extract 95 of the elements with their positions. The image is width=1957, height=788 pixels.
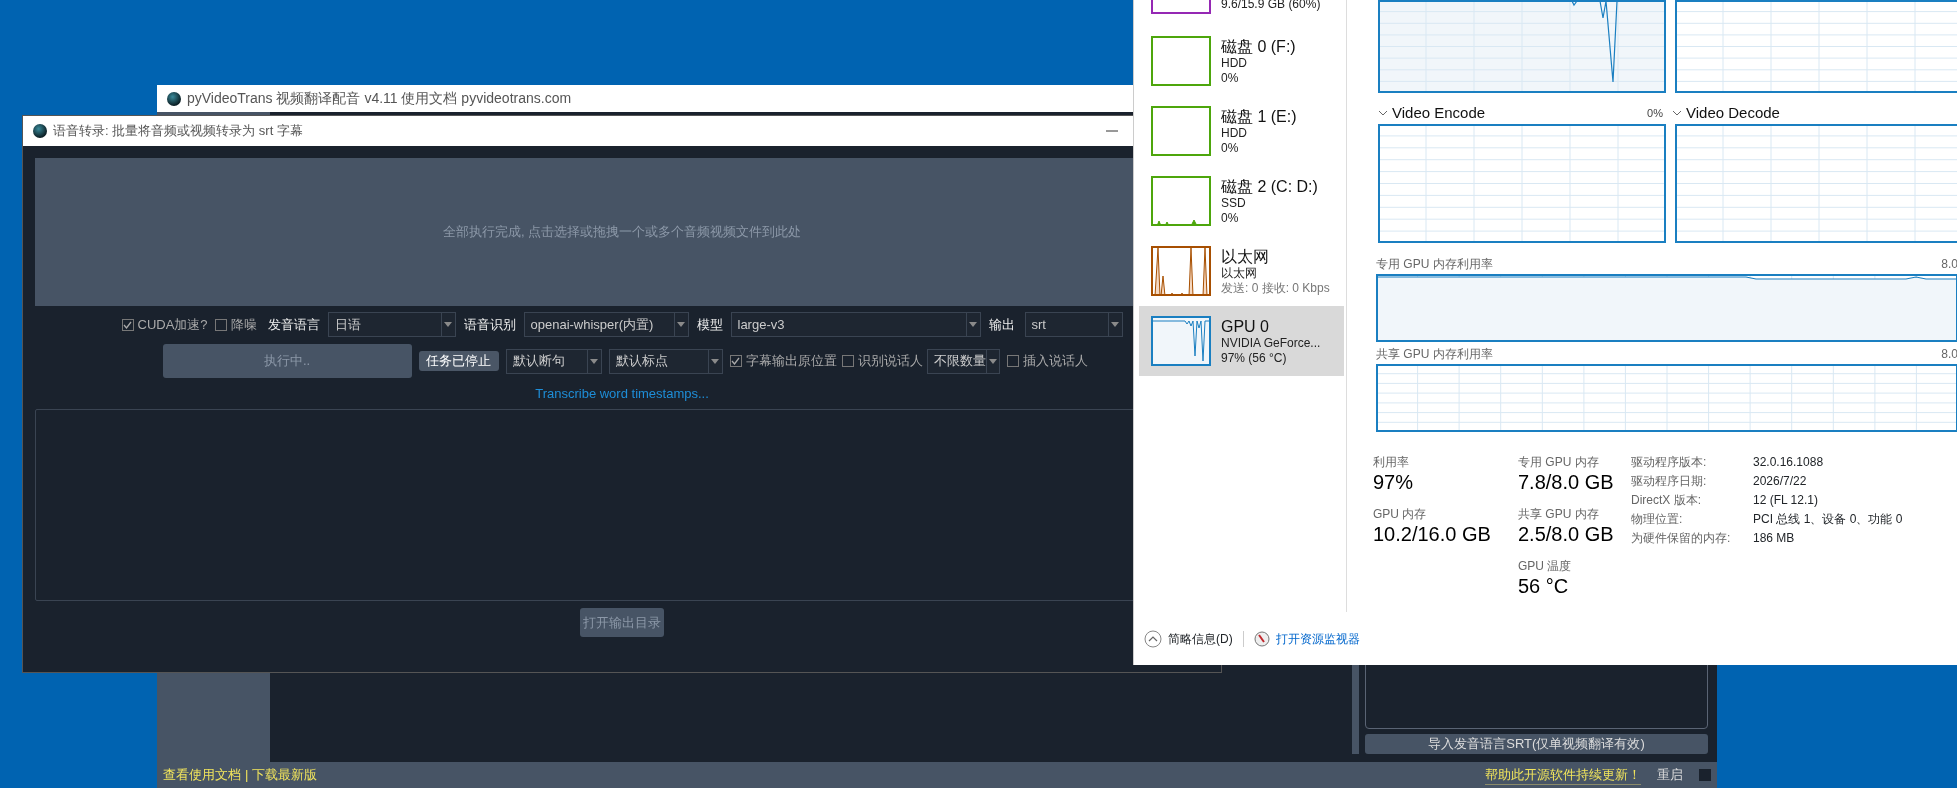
field-label: 发音语言 [267, 315, 320, 334]
stat-label: 利用率 [1373, 454, 1410, 470]
dropdown[interactable]: 日语 [327, 312, 456, 337]
graph-title: 共享 GPU 内存利用率 [1376, 346, 1493, 363]
device-item[interactable]: 磁盘 0 (F:) HDD 0% [1139, 26, 1344, 96]
device-type: HDD [1221, 55, 1248, 71]
device-reading: 0% [1221, 210, 1240, 226]
graph-reading: 8.0 [1941, 346, 1957, 363]
chevron-down-icon [1672, 110, 1682, 116]
property-label: 驱动程序版本: [1631, 454, 1708, 470]
device-reading: 97% (56 °C) [1221, 350, 1288, 366]
caret-icon [969, 322, 977, 327]
stat-label: 共享 GPU 内存 [1518, 506, 1600, 522]
dropdown[interactable]: openai-whisper(内置) [523, 312, 689, 337]
stat-value: 10.2/16.0 GB [1373, 522, 1492, 546]
gauge-icon [1253, 630, 1270, 647]
caret-icon [444, 322, 452, 327]
stat-label: GPU 温度 [1518, 558, 1573, 574]
stat-label: GPU 内存 [1373, 506, 1428, 522]
status-link[interactable]: 查看使用文档 [163, 765, 241, 785]
checkbox[interactable] [841, 355, 854, 367]
device-item[interactable]: 9.6/15.9 GB (60%) [1139, 0, 1344, 26]
property-label: 为硬件保留的内存: [1631, 530, 1732, 546]
chevron-up-icon [1144, 629, 1162, 648]
caret-icon [590, 358, 598, 364]
stat-value: 7.8/8.0 GB [1518, 470, 1615, 494]
engine-title: Video Decode [1686, 102, 1780, 123]
app-icon [167, 91, 181, 106]
field-label: 模型 [696, 315, 723, 334]
checkbox-label: 识别说话人 [857, 352, 923, 371]
property-value: 2026/7/22 [1753, 473, 1808, 489]
device-type: NVIDIA GeForce... [1221, 335, 1321, 351]
stat-value: 56 °C [1518, 574, 1570, 598]
checkbox[interactable] [214, 318, 227, 331]
device-type: HDD [1221, 125, 1248, 141]
dropdown[interactable]: large-v3 [730, 312, 981, 337]
fewer-details-link[interactable]: 简略信息(D) [1168, 629, 1233, 648]
status-link[interactable]: 下载最新版 [252, 765, 318, 785]
timestamps-link[interactable]: Transcribe word timestamps... [535, 386, 709, 401]
checkbox[interactable] [1006, 355, 1019, 367]
device-type: 以太网 [1221, 265, 1258, 281]
app-icon [33, 124, 47, 138]
window-title: pyVideoTrans 视频翻译配音 v4.11 使用文档 pyvideotrans.com [187, 89, 572, 108]
property-value: 32.0.16.1088 [1753, 454, 1825, 470]
device-name: 磁盘 1 (E:) [1221, 106, 1297, 126]
property-label: 驱动程序日期: [1631, 473, 1708, 489]
property-label: DirectX 版本: [1631, 492, 1702, 508]
dropdown[interactable]: 不限数量 [926, 348, 1000, 374]
field-label: 输出 [988, 315, 1016, 334]
check-icon [731, 357, 740, 365]
separator: | [245, 766, 249, 785]
graph-title: 专用 GPU 内存利用率 [1376, 256, 1493, 273]
device-reading: 发送: 0 接收: 0 Kbps [1221, 280, 1330, 296]
device-reading: 0% [1221, 70, 1240, 86]
checkbox[interactable] [729, 355, 742, 367]
dropdown[interactable]: 默认断句 [505, 348, 602, 374]
restart-link[interactable]: 重启 [1657, 765, 1683, 785]
stop-button[interactable]: 任务已停止 [418, 351, 499, 371]
checkbox[interactable] [121, 318, 134, 331]
caret-icon [711, 358, 719, 364]
property-value: 186 MB [1753, 530, 1796, 546]
support-link[interactable]: 帮助此开源软件持续更新！ [1485, 764, 1641, 786]
checkbox-label: 字幕输出原位置 [745, 352, 837, 371]
device-reading: 9.6/15.9 GB (60%) [1221, 0, 1321, 12]
property-value: 12 (FL 12.1) [1753, 492, 1819, 508]
checkbox-label: 插入说话人 [1022, 352, 1088, 371]
checkbox-label: 降噪 [230, 315, 257, 334]
property-value: PCI 总线 1、设备 0、功能 0 [1753, 511, 1903, 527]
stat-value: 2.5/8.0 GB [1518, 522, 1615, 546]
device-name: 以太网 [1221, 246, 1270, 266]
device-name: GPU 0 [1221, 316, 1270, 336]
window-title: 语音转录: 批量将音频或视频转录为 srt 字幕 [53, 122, 303, 141]
import-srt-button[interactable]: 导入发音语言SRT(仅单视频翻译有效) [1365, 734, 1708, 754]
engine-reading: 0% [1647, 105, 1663, 121]
dropdown[interactable]: 默认标点 [608, 348, 723, 374]
device-name: 磁盘 2 (C: D:) [1221, 176, 1318, 196]
engine-title: Video Encode [1392, 102, 1486, 123]
checkbox-label: CUDA加速? [137, 315, 208, 334]
dropdown[interactable]: srt [1024, 312, 1123, 337]
stat-value: 97% [1373, 470, 1415, 494]
device-item[interactable]: GPU 0 NVIDIA GeForce... 97% (56 °C) [1139, 306, 1344, 376]
caret-icon [677, 322, 685, 327]
caret-icon [1111, 322, 1119, 327]
device-name: 磁盘 0 (F:) [1221, 36, 1296, 56]
stat-label: 专用 GPU 内存 [1518, 454, 1600, 470]
caret-icon [988, 358, 997, 364]
graph-reading: 8.0 [1941, 256, 1957, 273]
resize-grip[interactable] [1699, 769, 1711, 781]
check-icon [123, 320, 132, 329]
resource-monitor-link[interactable]: 打开资源监视器 [1275, 629, 1360, 648]
property-label: 物理位置: [1631, 511, 1684, 527]
field-label: 语音识别 [463, 315, 516, 334]
chevron-down-icon [1378, 110, 1388, 116]
device-type: SSD [1221, 195, 1247, 211]
device-reading: 0% [1221, 140, 1240, 156]
